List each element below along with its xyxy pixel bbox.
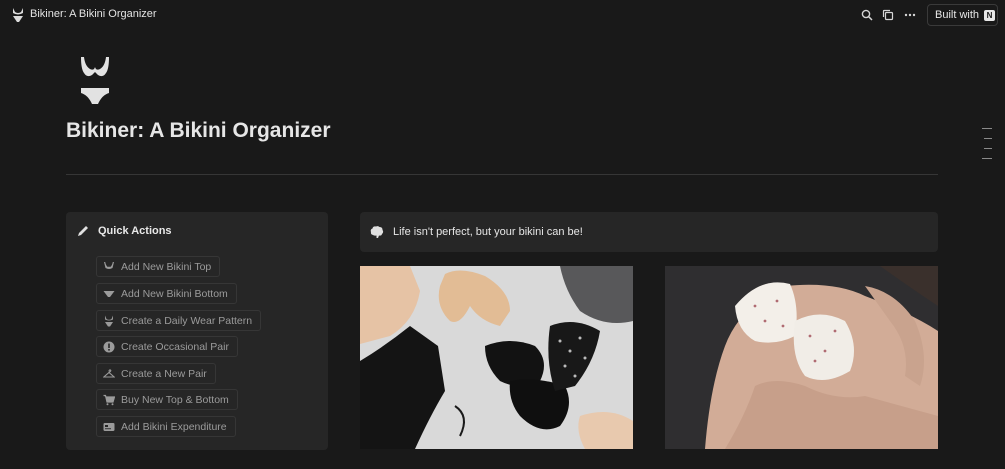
bikini-bottom-icon — [103, 288, 115, 300]
search-icon[interactable] — [860, 8, 874, 22]
duplicate-icon[interactable] — [881, 8, 895, 22]
add-bikini-bottom-label: Add New Bikini Bottom — [121, 287, 228, 300]
create-occasional-pair-button[interactable]: Create Occasional Pair — [96, 336, 238, 357]
breadcrumb-title[interactable]: Bikiner: A Bikini Organizer — [30, 8, 157, 20]
top-bar: Bikiner: A Bikini Organizer Built with N — [0, 0, 1005, 30]
pencil-icon — [78, 226, 88, 236]
built-with-button[interactable]: Built with N — [927, 4, 998, 26]
buy-new-top-bottom-button[interactable]: Buy New Top & Bottom — [96, 389, 238, 410]
built-with-label: Built with — [935, 9, 980, 21]
more-icon[interactable] — [903, 8, 917, 22]
create-new-pair-button[interactable]: Create a New Pair — [96, 363, 216, 384]
bikini-icon[interactable] — [78, 55, 112, 108]
table-of-contents-indicator[interactable] — [982, 128, 994, 168]
add-bikini-top-button[interactable]: Add New Bikini Top — [96, 256, 221, 277]
quick-actions-panel: Quick Actions Add New Bikini Top Add New… — [66, 212, 328, 450]
create-daily-wear-pattern-button[interactable]: Create a Daily Wear Pattern — [96, 310, 262, 331]
buy-new-top-bottom-label: Buy New Top & Bottom — [121, 393, 229, 406]
bikini-icon — [103, 315, 115, 327]
page-title: Bikiner: A Bikini Organizer — [66, 119, 331, 142]
quick-actions-title: Quick Actions — [98, 225, 172, 237]
bikini-top-icon — [103, 261, 115, 273]
add-bikini-expenditure-button[interactable]: Add Bikini Expenditure — [96, 416, 236, 437]
add-bikini-top-label: Add New Bikini Top — [121, 260, 212, 273]
quick-actions-header: Quick Actions — [76, 224, 172, 238]
add-bikini-expenditure-label: Add Bikini Expenditure — [121, 420, 227, 433]
lingerie-flatlay-image — [360, 266, 633, 449]
add-bikini-bottom-button[interactable]: Add New Bikini Bottom — [96, 283, 237, 304]
create-occasional-pair-label: Create Occasional Pair — [121, 340, 229, 353]
card-icon — [103, 421, 115, 433]
brain-icon — [370, 226, 384, 238]
create-daily-wear-pattern-label: Create a Daily Wear Pattern — [121, 314, 253, 327]
quote-text: Life isn't perfect, but your bikini can … — [393, 226, 583, 238]
alert-icon — [103, 341, 115, 353]
bikini-icon — [13, 8, 23, 22]
quote-callout: Life isn't perfect, but your bikini can … — [360, 212, 938, 252]
floral-bra-model-image — [665, 266, 938, 449]
notion-logo-icon: N — [984, 9, 996, 21]
hanger-icon — [103, 368, 115, 380]
create-new-pair-label: Create a New Pair — [121, 367, 207, 380]
cart-icon — [103, 394, 115, 406]
divider — [66, 174, 938, 175]
